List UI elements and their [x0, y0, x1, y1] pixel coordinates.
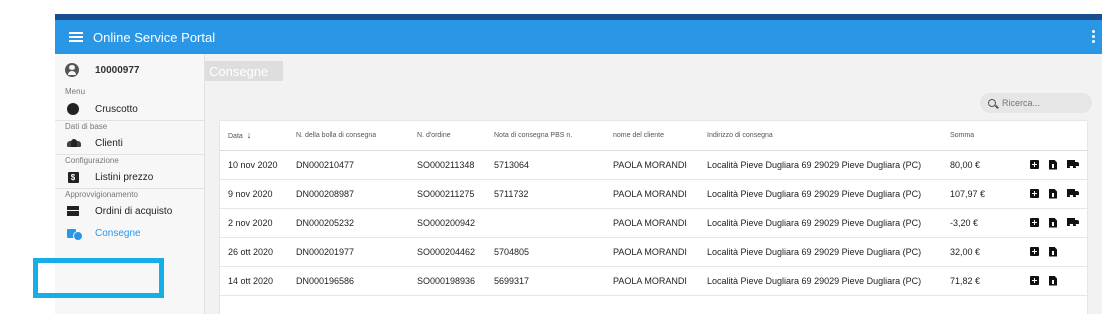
sidebar-item-label: Listini prezzo	[95, 171, 154, 183]
cell-nota: 5711732	[486, 179, 605, 209]
cell-nota: 5704805	[486, 237, 605, 267]
truck-icon[interactable]	[1067, 218, 1079, 227]
main-content: Consegne Data↓ N. della bolla di consegn…	[205, 54, 1102, 314]
people-icon	[67, 139, 81, 147]
cell-ordine: SO000200942	[409, 208, 486, 238]
cell-ordine: SO000204462	[409, 237, 486, 267]
cell-data: 10 nov 2020	[220, 150, 288, 180]
hamburger-menu-icon[interactable]	[69, 32, 83, 42]
cell-ordine: SO000211348	[409, 150, 486, 180]
truck-icon[interactable]	[1067, 160, 1079, 169]
sidebar-item-label: Consegne	[95, 227, 141, 239]
search-input[interactable]	[1002, 98, 1082, 108]
search-icon	[988, 99, 996, 107]
column-header-ordine[interactable]: N. d'ordine	[409, 121, 486, 151]
column-header-actions	[1007, 121, 1087, 151]
cell-somma: 107,97 €	[942, 179, 1007, 209]
cell-indirizzo: Località Pieve Dugliara 69 29029 Pieve D…	[699, 266, 942, 296]
cell-indirizzo: Località Pieve Dugliara 69 29029 Pieve D…	[699, 179, 942, 209]
cell-ordine: SO000198936	[409, 266, 486, 296]
table-row[interactable]: 14 ott 2020 DN000196586 SO000198936 5699…	[220, 266, 1087, 296]
page-title: Consegne	[205, 61, 283, 81]
cell-cliente: PAOLA MORANDI	[605, 150, 699, 180]
table-row[interactable]: 26 ott 2020 DN000201977 SO000204462 5704…	[220, 237, 1087, 267]
cell-nota	[486, 208, 605, 238]
box-icon	[67, 206, 79, 216]
add-icon[interactable]	[1030, 218, 1039, 227]
sort-arrow-icon[interactable]: ↓	[247, 130, 252, 140]
user-info: 10000977	[55, 54, 204, 86]
dollar-icon: $	[67, 171, 79, 183]
cell-cliente: PAOLA MORANDI	[605, 266, 699, 296]
add-icon[interactable]	[1030, 189, 1039, 198]
sidebar-item-cruscotto[interactable]: Cruscotto	[55, 98, 204, 120]
app-bar: Online Service Portal	[55, 20, 1102, 54]
cell-data: 2 nov 2020	[220, 208, 288, 238]
section-dati-di-base: Dati di base	[55, 120, 204, 132]
dashboard-icon	[67, 103, 79, 115]
cell-bolla: DN000210477	[288, 150, 409, 180]
table-row[interactable]: 9 nov 2020 DN000208987 SO000211275 57117…	[220, 179, 1087, 209]
search-box[interactable]	[980, 93, 1092, 113]
cell-indirizzo: Località Pieve Dugliara 69 29029 Pieve D…	[699, 150, 942, 180]
cell-indirizzo: Località Pieve Dugliara 69 29029 Pieve D…	[699, 237, 942, 267]
cell-cliente: PAOLA MORANDI	[605, 237, 699, 267]
delivery-icon	[67, 227, 83, 241]
document-icon[interactable]	[1049, 246, 1057, 257]
cell-somma: 80,00 €	[942, 150, 1007, 180]
sidebar-item-clienti[interactable]: Clienti	[55, 132, 204, 154]
table-row[interactable]: 2 nov 2020 DN000205232 SO000200942 PAOLA…	[220, 208, 1087, 238]
cell-data: 14 ott 2020	[220, 266, 288, 296]
column-header-indirizzo[interactable]: Indirizzo di consegna	[699, 121, 942, 151]
add-icon[interactable]	[1030, 247, 1039, 256]
sidebar-item-listini-prezzo[interactable]: $ Listini prezzo	[55, 166, 204, 188]
sidebar-item-label: Clienti	[95, 137, 123, 149]
user-id: 10000977	[95, 64, 140, 76]
add-icon[interactable]	[1030, 276, 1039, 285]
column-header-nota[interactable]: Nota di consegna PBS n.	[486, 121, 605, 151]
deliveries-table: Data ↓ N. della bolla di consegna N. d'or…	[220, 121, 1087, 314]
sidebar-item-consegne[interactable]: Consegne	[55, 222, 204, 244]
sidebar-item-label: Cruscotto	[95, 103, 138, 115]
column-header-somma[interactable]: Somma	[942, 121, 1007, 151]
table-header-row: Data ↓ N. della bolla di consegna N. d'or…	[220, 121, 1087, 151]
cell-bolla: DN000208987	[288, 179, 409, 209]
cell-somma: -3,20 €	[942, 208, 1007, 238]
cell-cliente: PAOLA MORANDI	[605, 208, 699, 238]
highlight-box	[33, 258, 164, 298]
account-circle-icon	[65, 63, 79, 77]
cell-somma: 71,82 €	[942, 266, 1007, 296]
sidebar-item-ordini-di-acquisto[interactable]: Ordini di acquisto	[55, 200, 204, 222]
truck-icon[interactable]	[1067, 189, 1079, 198]
add-icon[interactable]	[1030, 160, 1039, 169]
section-menu: Menu	[65, 87, 86, 96]
section-configurazione: Configurazione	[55, 154, 204, 166]
column-header-data[interactable]: Data ↓	[220, 121, 288, 151]
column-header-cliente[interactable]: nome del cliente	[605, 121, 699, 151]
cell-ordine: SO000211275	[409, 179, 486, 209]
sidebar-item-label: Ordini di acquisto	[95, 205, 173, 217]
cell-data: 26 ott 2020	[220, 237, 288, 267]
cell-somma: 32,00 €	[942, 237, 1007, 267]
section-approvvigionamento: Approvvigionamento	[55, 188, 204, 200]
cell-bolla: DN000201977	[288, 237, 409, 267]
cell-bolla: DN000205232	[288, 208, 409, 238]
cell-bolla: DN000196586	[288, 266, 409, 296]
cell-nota: 5713064	[486, 150, 605, 180]
app-window: Online Service Portal 10000977 Menu Crus…	[55, 14, 1102, 314]
document-icon[interactable]	[1049, 159, 1057, 170]
column-header-bolla[interactable]: N. della bolla di consegna	[288, 121, 409, 151]
cell-indirizzo: Località Pieve Dugliara 69 29029 Pieve D…	[699, 208, 942, 238]
more-vert-icon[interactable]	[1092, 30, 1096, 43]
document-icon[interactable]	[1049, 217, 1057, 228]
cell-data: 9 nov 2020	[220, 179, 288, 209]
cell-nota: 5699317	[486, 266, 605, 296]
cell-cliente: PAOLA MORANDI	[605, 179, 699, 209]
app-title: Online Service Portal	[93, 29, 216, 45]
document-icon[interactable]	[1049, 188, 1057, 199]
table-row[interactable]: 10 nov 2020 DN000210477 SO000211348 5713…	[220, 150, 1087, 180]
document-icon[interactable]	[1049, 275, 1057, 286]
